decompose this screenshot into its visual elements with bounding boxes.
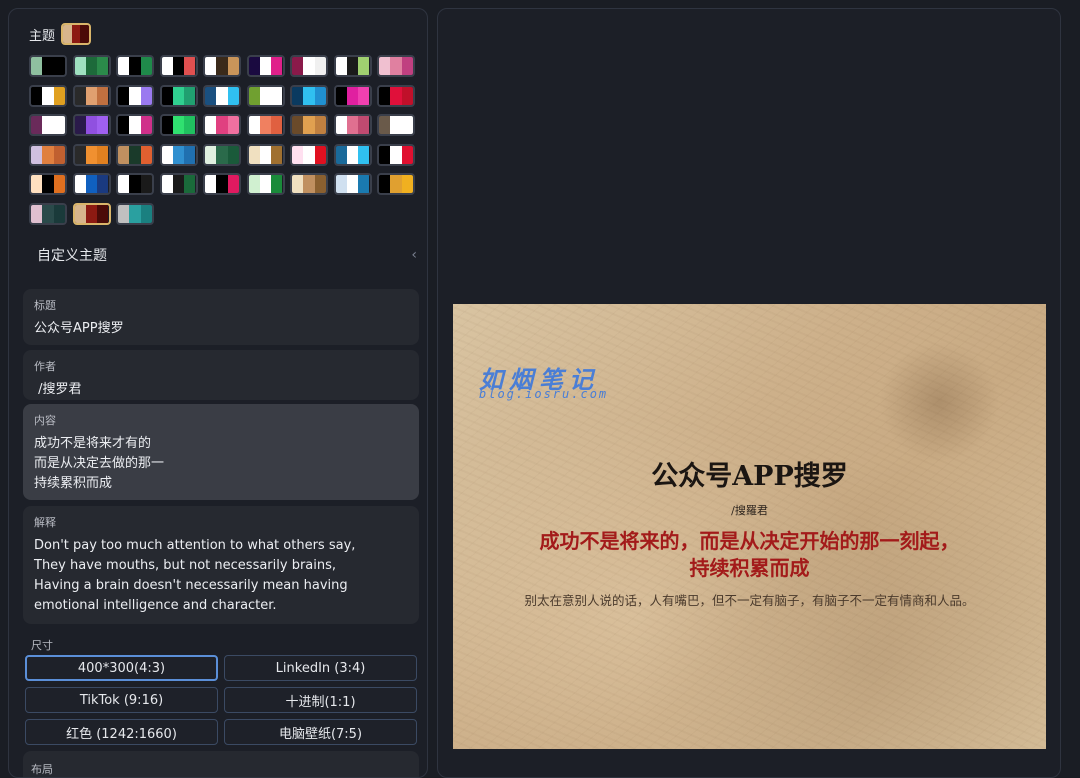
author-field[interactable]: 作者 /搜罗君 <box>23 350 419 400</box>
theme-swatch[interactable] <box>333 55 372 77</box>
explain-field-value[interactable]: Don't pay too much attention to what oth… <box>34 536 408 616</box>
theme-swatch[interactable] <box>377 173 415 195</box>
theme-swatch[interactable] <box>159 114 198 136</box>
theme-swatch[interactable] <box>29 55 67 77</box>
theme-swatch[interactable] <box>29 143 67 166</box>
theme-swatch-grid <box>29 55 415 225</box>
size-label: 尺寸 <box>31 639 53 652</box>
theme-swatch[interactable] <box>159 173 198 195</box>
theme-swatch[interactable] <box>159 84 198 107</box>
theme-swatch[interactable] <box>116 202 154 225</box>
layout-label: 布局 <box>31 763 53 776</box>
theme-swatch[interactable] <box>246 143 285 166</box>
card-author: /搜羅君 <box>731 504 768 517</box>
theme-swatch[interactable] <box>203 143 241 166</box>
theme-swatch[interactable] <box>246 84 285 107</box>
size-option-button[interactable]: 红色 (1242:1660) <box>25 719 218 745</box>
content-field-value[interactable]: 成功不是将来才有的 而是从决定去做的那一 持续累积而成 <box>34 434 408 494</box>
theme-swatch[interactable] <box>290 84 328 107</box>
size-option-button[interactable]: TikTok (9:16) <box>25 687 218 713</box>
title-field[interactable]: 标题 公众号APP搜罗 <box>23 289 419 345</box>
size-option-button[interactable]: LinkedIn (3:4) <box>224 655 417 681</box>
title-field-value[interactable]: 公众号APP搜罗 <box>34 319 408 339</box>
watermark-title: 如烟笔记 <box>479 365 599 394</box>
explain-field-label: 解释 <box>34 516 56 529</box>
theme-swatch[interactable] <box>333 143 372 166</box>
explain-field[interactable]: 解释 Don't pay too much attention to what … <box>23 506 419 624</box>
theme-swatch[interactable] <box>116 143 154 166</box>
theme-label: 主题 <box>29 28 56 44</box>
preview-card: 如烟笔记 blog.iosru.com 公众号APP搜罗 /搜羅君 成功不是将来… <box>453 304 1046 749</box>
theme-swatch[interactable] <box>72 173 111 195</box>
preview-panel: 如烟笔记 blog.iosru.com 公众号APP搜罗 /搜羅君 成功不是将来… <box>437 8 1061 778</box>
theme-swatch[interactable] <box>72 84 111 107</box>
theme-swatch[interactable] <box>29 84 67 107</box>
card-content: 成功不是将来的，而是从决定开始的那一刻起， 持续积累而成 <box>539 529 960 580</box>
size-option-button[interactable]: 400*300(4:3) <box>25 655 218 681</box>
theme-swatch[interactable] <box>116 114 154 136</box>
theme-swatch[interactable] <box>159 55 198 77</box>
theme-swatch[interactable] <box>377 114 415 136</box>
chevron-left-icon: ‹ <box>411 247 417 263</box>
current-theme-swatch[interactable] <box>61 23 92 45</box>
settings-panel: 主题 自定义主题 ‹ 标题 公众号APP搜罗 作者 /搜罗君 内容 成功不是将来… <box>8 8 428 778</box>
theme-swatch[interactable] <box>203 173 241 195</box>
theme-swatch[interactable] <box>290 55 328 77</box>
theme-swatch[interactable] <box>290 143 328 166</box>
theme-swatch[interactable] <box>29 202 67 225</box>
theme-swatch[interactable] <box>203 55 241 77</box>
theme-swatch[interactable] <box>377 55 415 77</box>
card-title: 公众号APP搜罗 <box>651 461 848 492</box>
theme-swatch[interactable] <box>333 173 372 195</box>
size-options: 400*300(4:3) LinkedIn (3:4) TikTok (9:16) 十… <box>25 655 417 745</box>
theme-swatch[interactable] <box>290 173 328 195</box>
theme-swatch[interactable] <box>203 114 241 136</box>
theme-swatch[interactable] <box>116 173 154 195</box>
card-explain: 别太在意别人说的话，人有嘴巴，但不一定有脑子，有脑子不一定有情商和人品。 <box>524 593 975 608</box>
theme-swatch[interactable] <box>290 114 328 136</box>
title-field-label: 标题 <box>34 299 56 312</box>
theme-swatch[interactable] <box>116 84 154 107</box>
theme-swatch[interactable] <box>377 84 415 107</box>
custom-theme-toggle[interactable]: 自定义主题 ‹ <box>37 245 417 265</box>
watermark-url: blog.iosru.com <box>479 387 609 401</box>
theme-swatch[interactable] <box>246 173 285 195</box>
theme-swatch[interactable] <box>377 143 415 166</box>
theme-swatch[interactable] <box>333 114 372 136</box>
theme-swatch[interactable] <box>246 55 285 77</box>
content-field-label: 内容 <box>34 414 56 427</box>
custom-theme-label: 自定义主题 <box>37 248 107 264</box>
theme-swatch[interactable] <box>333 84 372 107</box>
theme-swatch[interactable] <box>72 143 111 166</box>
theme-swatch[interactable] <box>159 143 198 166</box>
theme-swatch[interactable] <box>72 55 111 77</box>
theme-swatch[interactable] <box>203 84 241 107</box>
theme-swatch[interactable] <box>29 114 67 136</box>
theme-swatch[interactable] <box>29 173 67 195</box>
theme-swatch[interactable] <box>72 114 111 136</box>
size-option-button[interactable]: 电脑壁纸(7:5) <box>224 719 417 745</box>
author-field-value[interactable]: /搜罗君 <box>34 380 408 400</box>
layout-section <box>23 751 419 777</box>
theme-swatch[interactable] <box>72 202 111 225</box>
theme-header: 主题 <box>29 23 92 45</box>
author-field-label: 作者 <box>34 360 56 373</box>
size-option-button[interactable]: 十进制(1:1) <box>224 687 417 713</box>
theme-swatch[interactable] <box>246 114 285 136</box>
content-field[interactable]: 内容 成功不是将来才有的 而是从决定去做的那一 持续累积而成 <box>23 404 419 500</box>
theme-swatch[interactable] <box>116 55 154 77</box>
